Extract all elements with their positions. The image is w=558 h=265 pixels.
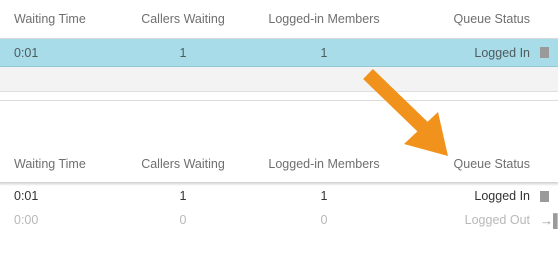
header-queue-status[interactable]: Queue Status [402, 0, 530, 38]
queue-table-before: Waiting Time Callers Waiting Logged-in M… [0, 0, 558, 92]
header-callers-waiting[interactable]: Callers Waiting [120, 0, 246, 38]
queue-table-after: Waiting Time Callers Waiting Logged-in M… [0, 146, 558, 232]
cell-callers-waiting: 1 [179, 45, 187, 60]
header-waiting-time[interactable]: Waiting Time [14, 0, 124, 38]
cell-waiting-time: 0:01 [14, 189, 39, 203]
pause-icon[interactable] [540, 39, 558, 66]
cell-queue-status: Logged Out [464, 213, 530, 227]
section-divider [0, 100, 558, 101]
cell-callers-waiting: 0 [179, 213, 187, 227]
header-logged-in-members[interactable]: Logged-in Members [246, 0, 402, 38]
table-row[interactable]: 0:01 1 1 Logged In [0, 184, 558, 208]
cell-queue-status: Logged In [474, 45, 530, 60]
table-row[interactable]: 0:00 0 0 Logged Out →▌ [0, 208, 558, 232]
header-waiting-time[interactable]: Waiting Time [14, 146, 124, 182]
empty-row [0, 67, 558, 92]
cell-waiting-time: 0:00 [14, 213, 39, 227]
cell-callers-waiting: 1 [179, 189, 187, 203]
cell-waiting-time: 0:01 [14, 45, 39, 60]
header-rule [0, 182, 558, 186]
table-header: Waiting Time Callers Waiting Logged-in M… [0, 146, 558, 182]
table-row[interactable]: 0:01 1 1 Logged In [0, 39, 558, 67]
pause-icon[interactable] [540, 184, 558, 208]
login-icon[interactable]: →▌ [540, 208, 558, 232]
cell-logged-in-members: 1 [320, 45, 328, 60]
table-header: Waiting Time Callers Waiting Logged-in M… [0, 0, 558, 39]
arrow-icon [363, 68, 448, 156]
cell-queue-status: Logged In [474, 189, 530, 203]
cell-logged-in-members: 1 [320, 189, 328, 203]
cell-logged-in-members: 0 [320, 213, 328, 227]
header-callers-waiting[interactable]: Callers Waiting [120, 146, 246, 182]
